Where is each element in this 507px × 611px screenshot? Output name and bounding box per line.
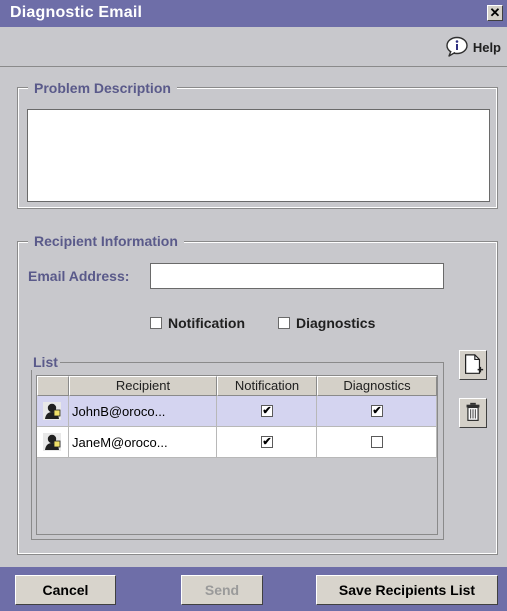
row-icon-cell <box>37 427 69 458</box>
email-address-label: Email Address: <box>28 268 130 284</box>
trash-icon <box>466 402 480 421</box>
column-header-recipient[interactable]: Recipient <box>69 376 217 396</box>
send-button[interactable]: Send <box>181 575 263 605</box>
add-recipient-button[interactable] <box>459 350 487 380</box>
row-notification-checkbox[interactable]: ✔ <box>261 436 273 448</box>
new-document-icon <box>465 354 484 374</box>
notification-checkbox-wrap[interactable]: Notification <box>150 315 245 331</box>
person-icon <box>43 433 61 451</box>
help-bubble-icon <box>446 36 468 57</box>
cancel-button[interactable]: Cancel <box>15 575 116 605</box>
help-label: Help <box>472 39 501 55</box>
diagnostics-cell: ✔ <box>317 396 437 427</box>
email-address-input[interactable] <box>150 263 444 289</box>
row-diagnostics-checkbox[interactable]: ✔ <box>371 405 383 417</box>
recipient-text: JaneM@oroco... <box>72 435 168 450</box>
row-notification-checkbox[interactable]: ✔ <box>261 405 273 417</box>
close-button[interactable]: ✕ <box>487 5 503 21</box>
help-button[interactable]: Help <box>445 35 501 59</box>
bottom-button-bar: Cancel Send Save Recipients List <box>0 567 507 611</box>
diagnostics-checkbox[interactable] <box>278 317 290 329</box>
row-icon-cell <box>37 396 69 427</box>
recipient-text: JohnB@oroco... <box>72 404 166 419</box>
table-header: Recipient Notification Diagnostics <box>37 376 437 396</box>
notification-cell: ✔ <box>217 427 317 458</box>
recipient-cell: JaneM@oroco... <box>69 427 217 458</box>
title-bar: Diagnostic Email ✕ <box>0 0 507 27</box>
problem-description-legend: Problem Description <box>28 80 177 96</box>
recipient-cell: JohnB@oroco... <box>69 396 217 427</box>
save-recipients-list-button[interactable]: Save Recipients List <box>316 575 498 605</box>
problem-description-textarea[interactable] <box>27 109 490 202</box>
notification-checkbox[interactable] <box>150 317 162 329</box>
diagnostics-checkbox-wrap[interactable]: Diagnostics <box>278 315 375 331</box>
column-header-icon[interactable] <box>37 376 69 396</box>
diagnostics-checkbox-label: Diagnostics <box>296 315 376 331</box>
column-header-notification[interactable]: Notification <box>217 376 317 396</box>
notification-cell: ✔ <box>217 396 317 427</box>
table-row[interactable]: JaneM@oroco... ✔ <box>37 427 437 458</box>
help-bar: Help <box>0 27 507 67</box>
notification-checkbox-label: Notification <box>168 315 245 331</box>
table-row[interactable]: JohnB@oroco... ✔ ✔ <box>37 396 437 427</box>
person-icon <box>43 402 61 420</box>
delete-recipient-button[interactable] <box>459 398 487 428</box>
window-title: Diagnostic Email <box>10 4 143 21</box>
diagnostics-cell <box>317 427 437 458</box>
recipient-information-legend: Recipient Information <box>28 233 184 249</box>
list-legend: List <box>31 354 60 370</box>
column-header-diagnostics[interactable]: Diagnostics <box>317 376 437 396</box>
recipients-table: Recipient Notification Diagnostics JohnB… <box>36 375 438 535</box>
row-diagnostics-checkbox[interactable] <box>371 436 383 448</box>
